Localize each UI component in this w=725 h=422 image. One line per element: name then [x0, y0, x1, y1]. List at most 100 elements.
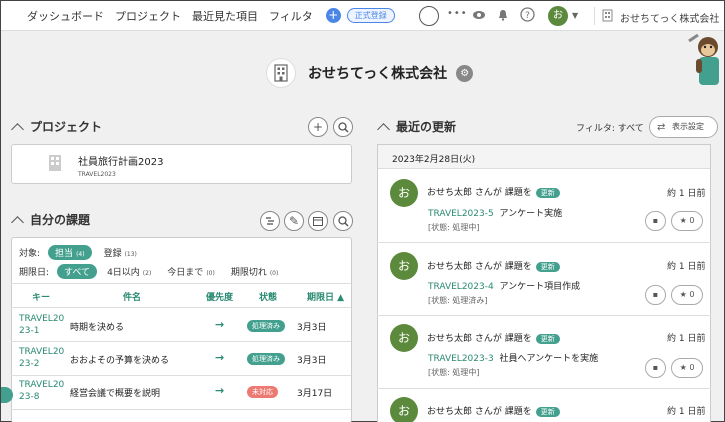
like-button[interactable]: ★ 0	[671, 285, 703, 305]
table-divider	[11, 283, 351, 284]
update-issue-summary[interactable]: アンケート実施	[499, 209, 562, 219]
nav-dashboard[interactable]: ダッシュボード	[27, 8, 104, 24]
comment-icon[interactable]: ▪	[645, 285, 666, 305]
org-switcher-label[interactable]: おせちてっく株式会社	[620, 10, 719, 25]
add-button[interactable]: +	[325, 8, 341, 23]
assigned-count: (4)	[76, 251, 85, 258]
nav-projects[interactable]: プロジェクト	[115, 8, 181, 24]
nav-filter[interactable]: フィルタ	[269, 8, 313, 24]
user-avatar[interactable]: お	[390, 324, 418, 352]
due-filter-label: 期限日:	[19, 268, 50, 278]
update-actor-text: おせち太郎 さんが 課題を	[427, 407, 532, 417]
due-filter-today-count: (0)	[206, 270, 215, 277]
my-tasks-section-header[interactable]: 自分の課題	[11, 211, 91, 229]
like-button[interactable]: ★ 0	[671, 358, 703, 378]
update-time: 約 1 日前	[667, 407, 706, 417]
update-issue-summary[interactable]: アンケート項目作成	[499, 282, 580, 292]
bell-icon[interactable]	[497, 9, 509, 24]
column-header-status[interactable]: 状態	[259, 290, 277, 303]
update-issue-summary[interactable]: 社員へアンケートを実施	[499, 354, 598, 364]
updates-filter-label[interactable]: フィルタ: すべて	[576, 121, 644, 134]
like-button[interactable]: ★ 0	[671, 211, 703, 231]
priority-normal-icon: →	[215, 351, 225, 364]
like-count: 0	[689, 363, 695, 372]
chevron-up-icon	[11, 215, 24, 229]
comment-icon[interactable]: ▪	[645, 358, 666, 378]
like-count: 0	[689, 216, 695, 225]
priority-normal-icon: →	[215, 384, 225, 397]
update-badge: 更新	[535, 188, 560, 198]
org-building-icon	[266, 58, 296, 88]
comment-icon[interactable]: ▪	[645, 211, 666, 231]
search-icon[interactable]	[419, 6, 439, 26]
task-key-link[interactable]: TRAVEL2023-1	[19, 313, 65, 337]
update-issue-key[interactable]: TRAVEL2023-3	[428, 354, 494, 364]
update-issue-key[interactable]: TRAVEL2023-5	[428, 209, 494, 219]
update-issue-link[interactable]: TRAVEL2023-4 アンケート項目作成	[428, 279, 580, 292]
assigned-filter-pill[interactable]: 担当 (4)	[48, 245, 92, 260]
gear-icon[interactable]: ⚙	[456, 64, 474, 82]
due-filter-today[interactable]: 今日まで (0)	[167, 265, 215, 278]
search-project-button[interactable]	[333, 117, 353, 137]
task-due-date: 3月17日	[297, 389, 333, 399]
search-task-button[interactable]	[333, 211, 353, 231]
due-filter-overdue[interactable]: 期限切れ (0)	[231, 265, 279, 278]
org-title: おせちてっく株式会社	[308, 66, 448, 82]
chevron-down-icon[interactable]: ▼	[572, 11, 578, 20]
svg-text:?: ?	[525, 11, 530, 21]
column-header-key[interactable]: キー	[32, 290, 50, 303]
column-header-due-date[interactable]: 期限日 ▲	[307, 290, 344, 303]
registered-filter[interactable]: 登録 (13)	[104, 246, 137, 259]
update-issue-link[interactable]: TRAVEL2023-5 アンケート実施	[428, 206, 562, 219]
updates-section-header[interactable]: 最近の更新	[377, 118, 456, 136]
due-filter-4days[interactable]: 4日以内 (2)	[107, 265, 151, 278]
task-due-date: 3月3日	[297, 356, 327, 366]
due-filter-all[interactable]: すべて	[57, 264, 98, 279]
project-card[interactable]: 社員旅行計画2023 TRAVEL2023	[11, 144, 352, 184]
update-badge: 更新	[535, 334, 560, 344]
user-avatar[interactable]: お	[548, 6, 568, 26]
task-summary[interactable]: 経営会議で概要を説明	[70, 386, 160, 399]
eye-icon[interactable]	[473, 9, 485, 23]
more-icon[interactable]: •••	[447, 8, 468, 19]
column-header-summary[interactable]: 件名	[123, 290, 141, 303]
update-status: [状態: 処理済み]	[428, 296, 488, 305]
update-badge: 更新	[535, 407, 560, 417]
chevron-up-icon	[11, 122, 24, 136]
projects-section-header[interactable]: プロジェクト	[11, 118, 102, 136]
task-key-link[interactable]: TRAVEL2023-8	[19, 379, 65, 403]
user-avatar[interactable]: お	[390, 252, 418, 280]
help-icon[interactable]: ?	[520, 7, 535, 25]
task-key-link[interactable]: TRAVEL2023-2	[19, 346, 65, 370]
project-name[interactable]: 社員旅行計画2023	[78, 153, 163, 168]
user-avatar[interactable]: お	[390, 179, 418, 207]
update-divider	[377, 242, 711, 243]
star-icon: ★	[679, 290, 687, 299]
project-key: TRAVEL2023	[78, 171, 116, 178]
update-issue-link[interactable]: TRAVEL2023-3 社員へアンケートを実施	[428, 351, 598, 364]
update-actor-text: おせち太郎 さんが 課題を	[427, 262, 532, 272]
gantt-chart-button[interactable]	[260, 211, 280, 231]
task-summary[interactable]: 時期を決める	[70, 320, 124, 333]
star-icon: ★	[679, 216, 687, 225]
due-filter-4days-count: (2)	[142, 270, 152, 277]
nav-recent-items[interactable]: 最近見た項目	[192, 8, 258, 24]
table-row-divider	[11, 341, 351, 342]
column-header-priority[interactable]: 優先度	[206, 290, 233, 303]
display-settings-button[interactable]: ⇄ 表示設定	[649, 116, 718, 138]
updates-date-header: 2023年2月28日(火)	[378, 145, 710, 169]
update-status: [状態: 処理中]	[428, 368, 480, 377]
my-tasks-title: 自分の課題	[30, 213, 91, 227]
update-issue-key[interactable]: TRAVEL2023-4	[428, 282, 494, 292]
plan-badge[interactable]: 正式登録	[346, 8, 395, 23]
status-badge: 処理済み	[247, 353, 285, 365]
update-badge: 更新	[535, 262, 560, 272]
task-summary[interactable]: おおよその予算を決める	[70, 353, 169, 366]
calendar-icon[interactable]	[308, 211, 328, 231]
add-project-button[interactable]: +	[308, 117, 328, 137]
due-filter-overdue-label: 期限切れ	[230, 268, 267, 278]
user-avatar[interactable]: お	[390, 397, 418, 422]
registered-filter-label: 登録	[103, 249, 122, 259]
registered-count: (13)	[124, 251, 137, 258]
edit-icon[interactable]: ✎	[284, 211, 304, 231]
